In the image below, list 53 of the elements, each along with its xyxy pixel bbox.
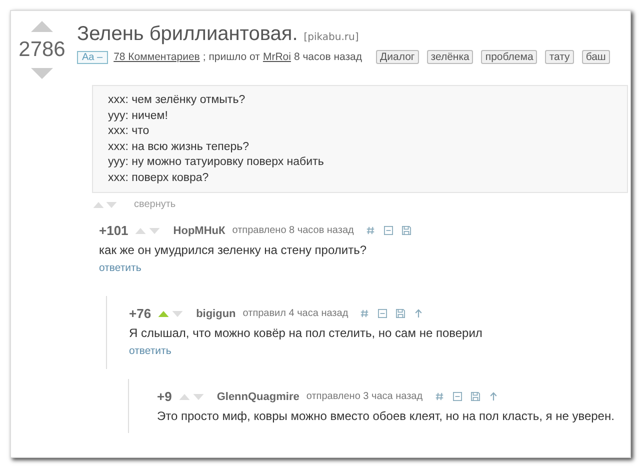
hash-icon[interactable]	[434, 392, 444, 401]
tag[interactable]: зелёнка	[426, 50, 474, 64]
post-title[interactable]: Зелень бриллиантовая.	[77, 23, 298, 46]
meta-text: ; пришло от	[202, 51, 260, 63]
comment-text: как же он умудрился зеленку на стену пролить?	[99, 243, 368, 257]
downvote-icon[interactable]	[192, 394, 204, 400]
upvote-icon[interactable]	[178, 394, 190, 400]
save-icon[interactable]	[402, 226, 411, 235]
collapse-icon[interactable]	[378, 309, 388, 318]
comment-time: отправил 4 часа назад	[242, 308, 348, 319]
comment-score: +76	[129, 306, 152, 321]
collapse-icon[interactable]	[452, 392, 462, 401]
upvote-icon[interactable]	[93, 202, 104, 208]
hash-icon[interactable]	[366, 226, 375, 235]
reply-link[interactable]: ответить	[99, 262, 142, 274]
downvote-icon[interactable]	[149, 228, 160, 234]
parent-arrow-icon[interactable]	[488, 392, 498, 401]
tag[interactable]: тату	[545, 50, 574, 64]
comment-score: +101	[99, 223, 128, 238]
post-time: 8 часов назад	[294, 51, 362, 63]
save-icon[interactable]	[396, 309, 406, 318]
tag[interactable]: проблема	[481, 50, 538, 64]
comment-author[interactable]: НорМНuК	[173, 224, 226, 236]
dialog-line: ууу: ну можно татуировку поверх набить	[108, 155, 325, 170]
parent-arrow-icon[interactable]	[414, 309, 424, 318]
downvote-icon[interactable]	[31, 68, 53, 79]
upvote-icon[interactable]	[31, 21, 53, 32]
comment-text: Я слышал, что можно ковёр на пол стелить, но сам не поверил	[129, 326, 484, 340]
comment-time: отправлено 8 часов назад	[232, 225, 354, 236]
tag[interactable]: Диалог	[376, 50, 419, 64]
upvote-icon[interactable]	[158, 310, 170, 316]
comments-link[interactable]: 78 Комментариев	[114, 51, 200, 63]
downvote-icon[interactable]	[106, 202, 117, 208]
dialog-line: ххх: что	[108, 124, 150, 139]
comment-author[interactable]: bigigun	[196, 308, 236, 320]
collapse-icon[interactable]	[384, 226, 393, 235]
dialog-line: ххх: поверх ковра?	[108, 170, 210, 186]
save-icon[interactable]	[470, 392, 480, 401]
author-link[interactable]: MrRoi	[262, 51, 291, 63]
comment-score: +9	[157, 389, 172, 404]
downvote-icon[interactable]	[172, 310, 184, 316]
comment-time: отправлено 3 часа назад	[306, 391, 423, 402]
source-label: [pikabu.ru]	[304, 32, 359, 43]
upvote-icon[interactable]	[135, 228, 146, 234]
dialog-line: ууу: ничем!	[108, 108, 169, 124]
dialog-line: ххх: чем зелёнку отмыть?	[108, 93, 246, 108]
comment-text: Это просто миф, ковры можно вместо обоев клеят, но на пол класть, я не уверен.	[157, 409, 616, 423]
reply-link[interactable]: ответить	[129, 345, 172, 357]
tag[interactable]: баш	[582, 50, 610, 64]
comment-author[interactable]: GlennQuagmire	[216, 390, 300, 402]
hash-icon[interactable]	[360, 309, 370, 318]
post-score: 2786	[18, 38, 66, 62]
dialog-line: ххх: на всю жизнь теперь?	[108, 140, 250, 154]
